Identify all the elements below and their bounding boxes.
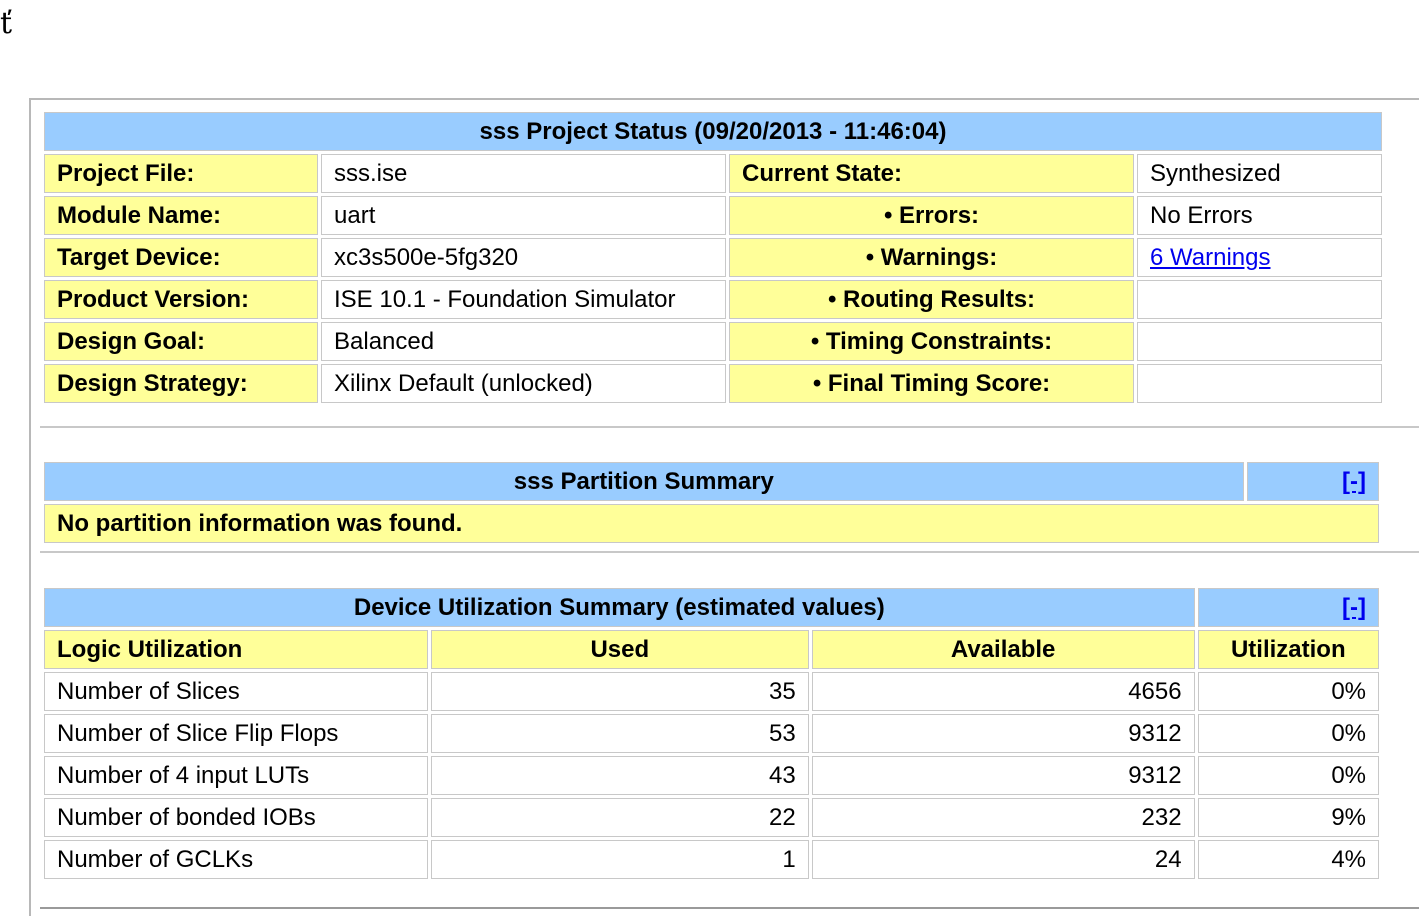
row-available: 4656 xyxy=(811,672,1195,711)
row-utilization: 0% xyxy=(1197,714,1379,753)
row-name: Number of Slice Flip Flops xyxy=(44,714,428,753)
row-utilization: 0% xyxy=(1197,672,1379,711)
section-divider xyxy=(40,551,1419,553)
status-row: Module Name: uart • Errors: No Errors xyxy=(44,196,1382,235)
row-name: Number of 4 input LUTs xyxy=(44,756,428,795)
row-used: 35 xyxy=(430,672,809,711)
current-state-label: Current State: xyxy=(729,154,1134,193)
table-row: Number of GCLKs 1 24 4% xyxy=(44,840,1379,879)
product-version-value: ISE 10.1 - Foundation Simulator xyxy=(321,280,726,319)
row-available: 232 xyxy=(811,798,1195,837)
target-device-value: xc3s500e-5fg320 xyxy=(321,238,726,277)
column-header-utilization: Utilization xyxy=(1197,630,1379,669)
row-name: Number of GCLKs xyxy=(44,840,428,879)
table-row: Number of bonded IOBs 22 232 9% xyxy=(44,798,1379,837)
product-version-label: Product Version: xyxy=(44,280,318,319)
status-row: Project File: sss.ise Current State: Syn… xyxy=(44,154,1382,193)
table-row: Number of Slices 35 4656 0% xyxy=(44,672,1379,711)
timing-constraints-label: • Timing Constraints: xyxy=(729,322,1134,361)
row-used: 53 xyxy=(430,714,809,753)
partition-collapse-toggle[interactable]: [-] xyxy=(1246,462,1379,501)
warnings-link[interactable]: 6 Warnings xyxy=(1150,244,1271,271)
current-state-value: Synthesized xyxy=(1137,154,1382,193)
project-file-label: Project File: xyxy=(44,154,318,193)
final-timing-score-value xyxy=(1137,364,1382,403)
table-row: Number of 4 input LUTs 43 9312 0% xyxy=(44,756,1379,795)
column-header-used: Used xyxy=(430,630,809,669)
project-status-title: sss Project Status (09/20/2013 - 11:46:0… xyxy=(44,112,1382,151)
project-file-value: sss.ise xyxy=(321,154,726,193)
table-row: Number of Slice Flip Flops 53 9312 0% xyxy=(44,714,1379,753)
partition-message: No partition information was found. xyxy=(44,504,1379,543)
errors-label: • Errors: xyxy=(729,196,1134,235)
status-row: Design Strategy: Xilinx Default (unlocke… xyxy=(44,364,1382,403)
utilization-collapse-toggle[interactable]: [-] xyxy=(1197,588,1379,627)
project-status-table: sss Project Status (09/20/2013 - 11:46:0… xyxy=(41,109,1385,406)
row-utilization: 9% xyxy=(1197,798,1379,837)
row-available: 9312 xyxy=(811,756,1195,795)
warnings-label: • Warnings: xyxy=(729,238,1134,277)
row-available: 9312 xyxy=(811,714,1195,753)
partition-summary-table: sss Partition Summary [-] No partition i… xyxy=(41,459,1382,546)
design-strategy-label: Design Strategy: xyxy=(44,364,318,403)
target-device-label: Target Device: xyxy=(44,238,318,277)
design-strategy-value: Xilinx Default (unlocked) xyxy=(321,364,726,403)
status-row: Target Device: xc3s500e-5fg320 • Warning… xyxy=(44,238,1382,277)
device-utilization-table: Device Utilization Summary (estimated va… xyxy=(41,585,1382,882)
section-divider xyxy=(40,426,1419,428)
module-name-value: uart xyxy=(321,196,726,235)
warnings-cell: 6 Warnings xyxy=(1137,238,1382,277)
row-name: Number of Slices xyxy=(44,672,428,711)
routing-results-value xyxy=(1137,280,1382,319)
routing-results-label: • Routing Results: xyxy=(729,280,1134,319)
row-utilization: 4% xyxy=(1197,840,1379,879)
design-goal-value: Balanced xyxy=(321,322,726,361)
row-used: 22 xyxy=(430,798,809,837)
corner-glyph: ť xyxy=(0,6,13,41)
section-divider xyxy=(40,907,1419,909)
errors-value: No Errors xyxy=(1137,196,1382,235)
design-goal-label: Design Goal: xyxy=(44,322,318,361)
column-header-available: Available xyxy=(811,630,1195,669)
device-utilization-title: Device Utilization Summary (estimated va… xyxy=(44,588,1195,627)
row-utilization: 0% xyxy=(1197,756,1379,795)
row-used: 43 xyxy=(430,756,809,795)
row-name: Number of bonded IOBs xyxy=(44,798,428,837)
column-header-logic-utilization: Logic Utilization xyxy=(44,630,428,669)
timing-constraints-value xyxy=(1137,322,1382,361)
final-timing-score-label: • Final Timing Score: xyxy=(729,364,1134,403)
row-available: 24 xyxy=(811,840,1195,879)
row-used: 1 xyxy=(430,840,809,879)
module-name-label: Module Name: xyxy=(44,196,318,235)
status-row: Design Goal: Balanced • Timing Constrain… xyxy=(44,322,1382,361)
partition-summary-title: sss Partition Summary xyxy=(44,462,1244,501)
status-row: Product Version: ISE 10.1 - Foundation S… xyxy=(44,280,1382,319)
